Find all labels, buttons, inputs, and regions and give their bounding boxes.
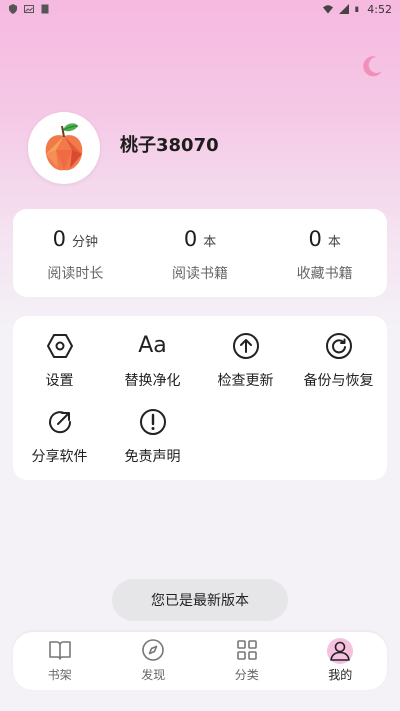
stats-card: 0 分钟 阅读时长 0 本 阅读书籍 0 本 收藏书籍 (13, 209, 387, 297)
restore-circle-icon (325, 333, 352, 359)
moon-icon[interactable] (360, 54, 384, 78)
nav-item-bookshelf[interactable]: 书架 (13, 632, 107, 690)
stat-unit: 分钟 (72, 235, 99, 250)
nav-label: 发现 (141, 668, 166, 682)
stat-value: 0 (308, 227, 322, 251)
system-gesture-bar (0, 698, 400, 711)
status-icons-right: 4:52 (323, 3, 392, 16)
wifi-icon (323, 5, 334, 14)
tool-label: 免责声明 (124, 449, 181, 465)
share-icon (48, 411, 71, 434)
stat-unit: 本 (203, 235, 217, 250)
peach-icon (45, 123, 83, 171)
grid-icon (236, 640, 257, 660)
exclamation-circle-icon (139, 409, 166, 435)
username[interactable]: 桃子38070 (120, 131, 219, 157)
tool-label: 检查更新 (217, 373, 274, 389)
replace-purify-button[interactable]: Aa 替换净化 (106, 332, 199, 390)
stat-value: 0 (52, 227, 67, 251)
check-update-button[interactable]: 检查更新 (199, 332, 292, 390)
person-icon (330, 641, 351, 661)
status-icons-left (8, 4, 50, 14)
nav-item-discover[interactable]: 发现 (107, 632, 201, 690)
nav-item-category[interactable]: 分类 (200, 632, 294, 690)
stat-reading-time[interactable]: 0 分钟 阅读时长 (13, 209, 138, 297)
bottom-nav: 书架 发现 分类 我的 (13, 632, 387, 690)
document-icon (41, 4, 49, 14)
compass-icon (142, 639, 165, 661)
tool-label: 替换净化 (124, 373, 181, 389)
tool-label: 分享软件 (31, 449, 88, 465)
shield-icon (9, 4, 17, 14)
battery-icon (355, 6, 359, 12)
font-aa-icon: Aa (138, 333, 167, 358)
image-icon (24, 5, 34, 13)
backup-restore-button[interactable]: 备份与恢复 (292, 332, 385, 390)
nav-label: 我的 (328, 668, 353, 682)
stat-value: 0 (183, 227, 198, 251)
tool-label: 备份与恢复 (303, 373, 374, 389)
share-app-button[interactable]: 分享软件 (13, 408, 106, 466)
nav-label: 分类 (234, 668, 259, 682)
stat-label: 收藏书籍 (296, 266, 353, 282)
stat-label: 阅读书籍 (172, 266, 228, 282)
toast-message: 您已是最新版本 (112, 579, 288, 621)
avatar[interactable] (28, 112, 100, 184)
stat-label: 阅读时长 (47, 266, 104, 282)
tools-card: 设置 Aa 替换净化 检查更新 备份与恢复 分享软件 免责声明 (13, 316, 387, 480)
disclaimer-button[interactable]: 免责声明 (106, 408, 199, 466)
tool-label: 设置 (45, 373, 74, 389)
book-icon (48, 641, 71, 660)
active-indicator (327, 638, 354, 664)
hexagon-settings-icon (46, 334, 73, 358)
nav-label: 书架 (47, 668, 72, 682)
arrow-up-circle-icon (232, 333, 259, 359)
stat-unit: 本 (327, 235, 341, 250)
nav-item-mine[interactable]: 我的 (294, 632, 388, 690)
signal-icon (339, 4, 350, 14)
status-bar: 4:52 (0, 0, 400, 18)
stat-books-read[interactable]: 0 本 阅读书籍 (138, 209, 263, 297)
stat-books-favorited[interactable]: 0 本 收藏书籍 (262, 209, 387, 297)
status-time: 4:52 (367, 2, 392, 16)
settings-button[interactable]: 设置 (13, 332, 106, 390)
